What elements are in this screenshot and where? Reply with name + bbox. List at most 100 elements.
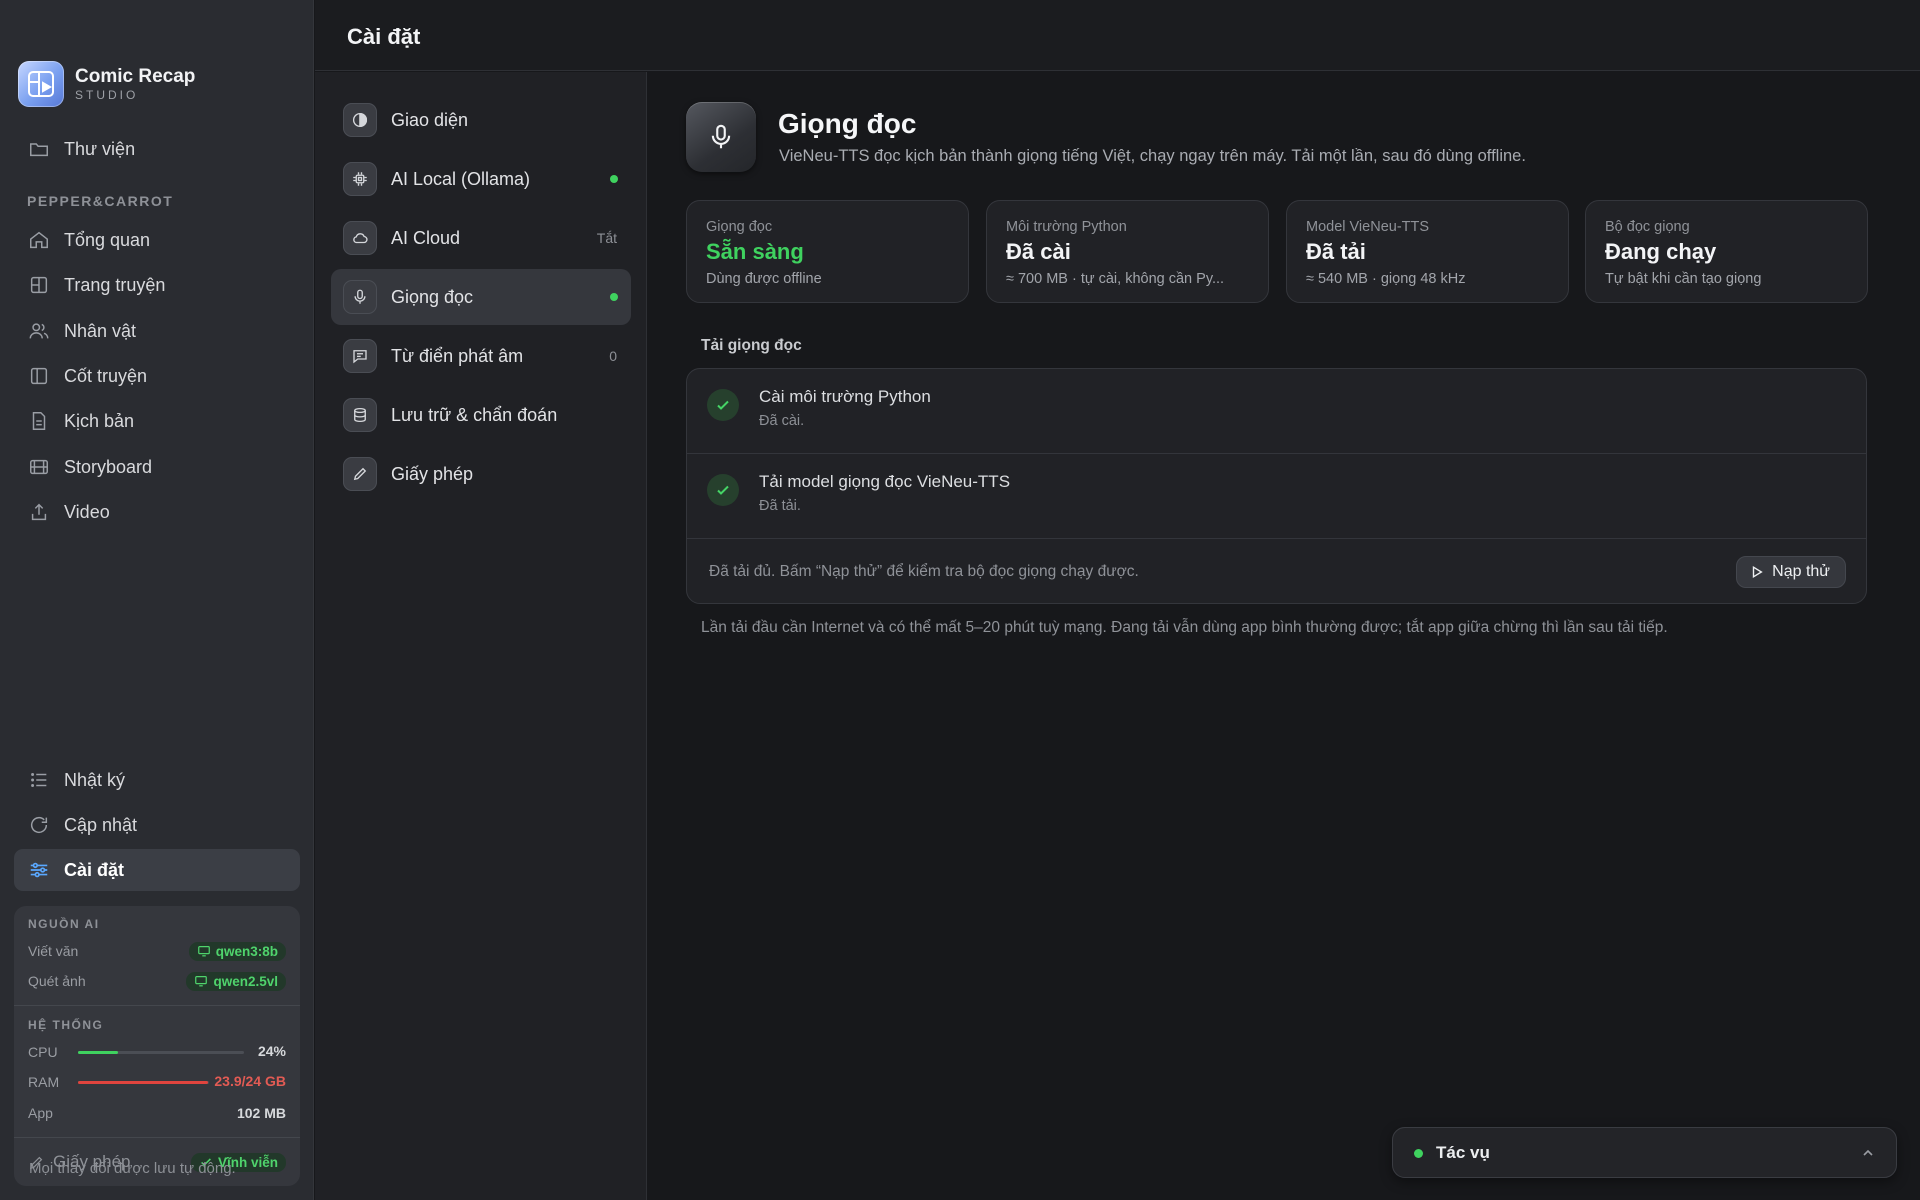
ai-write-model: qwen3:8b — [215, 943, 278, 959]
app-name: Comic Recap — [75, 66, 196, 87]
nav-log-label: Nhật ký — [64, 769, 126, 790]
status-dot — [610, 293, 618, 301]
settings-item-voice[interactable]: Giọng đọc — [331, 269, 631, 325]
app-logo-icon — [18, 61, 64, 107]
sliders-icon — [30, 862, 48, 878]
settings-item-ai-local[interactable]: AI Local (Ollama) — [331, 151, 631, 207]
dictionary-count: 0 — [609, 348, 617, 364]
nav-characters[interactable]: Nhân vật — [14, 310, 300, 352]
nav-video[interactable]: Video — [14, 491, 300, 533]
nav-update-label: Cập nhật — [64, 814, 138, 835]
python-env-card: Môi trường Python Đã cài ≈ 700 MB · tự c… — [986, 200, 1269, 303]
users-icon — [29, 323, 49, 339]
status-dot — [1414, 1149, 1423, 1158]
monitor-icon — [195, 976, 208, 987]
app-memory-value: 102 MB — [236, 1105, 286, 1121]
nav-storyboard-label: Storyboard — [64, 456, 153, 477]
stat-value: Đã cài — [1006, 239, 1071, 264]
palette-icon — [343, 103, 377, 137]
list-icon — [31, 773, 47, 787]
divider — [14, 1005, 300, 1006]
status-dot — [610, 175, 618, 183]
tasks-bar[interactable]: Tác vụ — [1392, 1127, 1897, 1178]
refresh-icon — [30, 817, 48, 834]
tasks-label: Tác vụ — [1436, 1143, 1490, 1162]
stat-value: Sẵn sàng — [706, 239, 804, 264]
settings-item-appearance[interactable]: Giao diện — [331, 92, 631, 148]
chevron-up-icon[interactable] — [1860, 1145, 1876, 1161]
settings-nav: Giao diện AI Local (Ollama) AI Cloud Tắt… — [315, 72, 647, 1200]
nav-library-label: Thư viện — [64, 138, 136, 159]
ai-write-model-badge[interactable]: qwen3:8b — [188, 941, 286, 961]
divider — [14, 1137, 300, 1138]
ai-cloud-status: Tắt — [596, 230, 617, 246]
upload-icon — [31, 503, 47, 521]
settings-item-ai-cloud[interactable]: AI Cloud Tắt — [331, 210, 631, 266]
ai-scan-model-badge[interactable]: qwen2.5vl — [186, 971, 286, 991]
section-description: VieNeu-TTS đọc kịch bản thành giọng tiến… — [779, 147, 1526, 165]
stat-label: Model VieNeu-TTS — [1306, 219, 1430, 235]
mic-icon — [686, 102, 756, 172]
chat-icon — [343, 339, 377, 373]
settings-item-ai-cloud-label: AI Cloud — [391, 227, 461, 248]
nav-log[interactable]: Nhật ký — [14, 759, 300, 801]
settings-item-storage-label: Lưu trữ & chẩn đoán — [391, 404, 558, 425]
cloud-icon — [343, 221, 377, 255]
check-icon — [707, 389, 739, 421]
ai-scan-label: Quét ảnh — [28, 973, 86, 989]
nav-update[interactable]: Cập nhật — [14, 804, 300, 846]
folder-icon — [30, 143, 48, 157]
nav-plot[interactable]: Cốt truyện — [14, 355, 300, 397]
monitor-icon — [197, 946, 210, 957]
voice-engine-card: Bộ đọc giọng Đang chạy Tự bật khi cần tạ… — [1585, 200, 1868, 303]
voice-status-card: Giọng đọc Sẵn sàng Dùng được offline — [686, 200, 969, 303]
book-icon — [30, 367, 48, 385]
step-status: Đã cài. — [759, 413, 805, 429]
cpu-icon — [343, 162, 377, 196]
cpu-label: CPU — [28, 1044, 58, 1060]
ai-scan-row: Quét ảnh qwen2.5vl — [28, 970, 286, 992]
stat-value: Đang chạy — [1605, 239, 1717, 264]
stat-value: Đã tải — [1306, 239, 1366, 264]
settings-item-appearance-label: Giao diện — [391, 109, 469, 130]
ram-bar-fill — [78, 1081, 209, 1084]
stat-sub: Tự bật khi cần tạo giọng — [1605, 271, 1762, 287]
nav-video-label: Video — [64, 501, 110, 522]
app-brand[interactable]: Comic Recap STUDIO — [18, 61, 195, 107]
settings-item-dictionary[interactable]: Từ điển phát âm 0 — [331, 328, 631, 384]
nav-characters-label: Nhân vật — [64, 320, 137, 341]
ram-bar — [78, 1081, 209, 1084]
app-subtitle: STUDIO — [75, 88, 139, 102]
ram-label: RAM — [28, 1074, 60, 1090]
nav-storyboard[interactable]: Storyboard — [14, 446, 300, 488]
check-icon — [707, 474, 739, 506]
nav-pages[interactable]: Trang truyện — [14, 264, 300, 306]
steps-footer: Đã tải đủ. Bấm “Nạp thử” để kiểm tra bộ … — [687, 539, 1866, 603]
nav-overview[interactable]: Tổng quan — [14, 219, 300, 261]
system-heading: HỆ THỐNG — [28, 1018, 104, 1032]
nav-library[interactable]: Thư viện — [14, 128, 300, 170]
ai-write-row: Viết văn qwen3:8b — [28, 940, 286, 962]
step-title: Tải model giọng đọc VieNeu-TTS — [759, 472, 1011, 491]
pen-icon — [343, 457, 377, 491]
database-icon — [343, 398, 377, 432]
stat-sub: Dùng được offline — [706, 271, 822, 287]
nav-settings[interactable]: Cài đặt — [14, 849, 300, 891]
mic-icon — [343, 280, 377, 314]
settings-item-ai-local-label: AI Local (Ollama) — [391, 168, 531, 189]
settings-item-storage[interactable]: Lưu trữ & chẩn đoán — [331, 387, 631, 443]
nav-script[interactable]: Kịch bản — [14, 400, 300, 442]
ai-source-heading: NGUỒN AI — [28, 917, 100, 931]
play-icon — [1752, 565, 1763, 579]
ram-value: 23.9/24 GB — [214, 1073, 286, 1089]
try-load-button-label: Nạp thử — [1772, 563, 1830, 580]
voice-settings-panel: Giọng đọc VieNeu-TTS đọc kịch bản thành … — [648, 72, 1920, 1200]
model-card: Model VieNeu-TTS Đã tải ≈ 540 MB · giọng… — [1286, 200, 1569, 303]
try-load-button[interactable]: Nạp thử — [1736, 556, 1846, 588]
project-section-label: PEPPER&CARROT — [27, 193, 174, 209]
app-memory-label: App — [28, 1105, 53, 1121]
sidebar: Comic Recap STUDIO Thư viện PEPPER&CARRO… — [0, 0, 314, 1200]
grid-icon — [30, 276, 48, 294]
home-icon — [30, 231, 48, 249]
settings-item-license[interactable]: Giấy phép — [331, 446, 631, 502]
